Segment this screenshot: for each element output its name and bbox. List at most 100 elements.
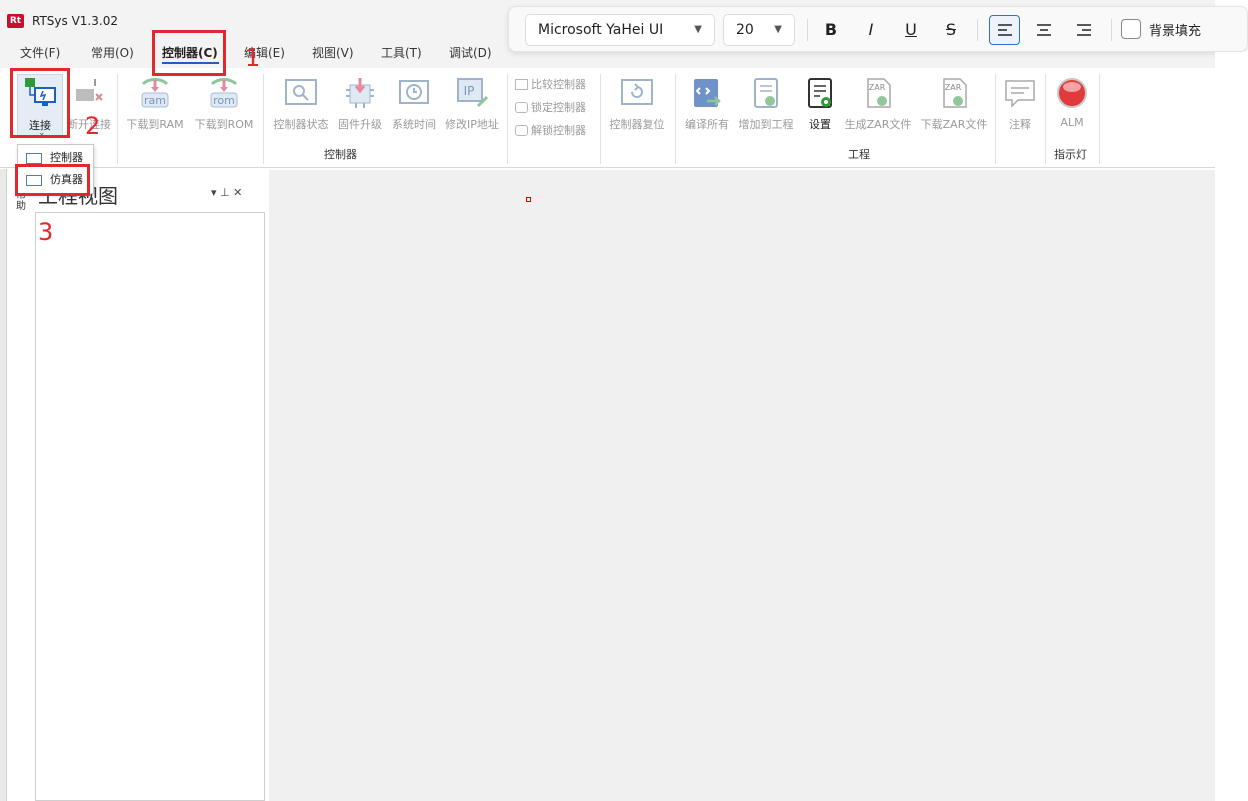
- system-time-label: 系统时间: [392, 118, 436, 131]
- strikethrough-button[interactable]: S: [938, 18, 964, 42]
- download-zar-label: 下载ZAR文件: [920, 118, 988, 131]
- download-zar-button[interactable]: ZAR 下载ZAR文件: [918, 74, 990, 136]
- app-title: RTSys V1.3.02: [32, 14, 118, 28]
- comment-button[interactable]: 注释: [1002, 74, 1038, 136]
- controller-status-button[interactable]: 控制器状态: [270, 74, 332, 136]
- background-fill-checkbox[interactable]: [1121, 19, 1141, 39]
- toolbar-separator: [1111, 19, 1112, 41]
- reset-icon: [621, 79, 653, 105]
- group-label-controller: 控制器: [324, 148, 357, 161]
- comment-label: 注释: [1009, 118, 1031, 131]
- controller-reset-button[interactable]: 控制器复位: [606, 74, 668, 136]
- align-center-icon: [1037, 24, 1051, 36]
- ram-icon: ram: [141, 78, 169, 108]
- controller-reset-label: 控制器复位: [609, 118, 665, 131]
- align-left-icon: [997, 24, 1012, 36]
- menu-common[interactable]: 常用(O): [91, 44, 134, 61]
- menu-view[interactable]: 视图(V): [312, 44, 354, 61]
- unlock-icon: [515, 125, 528, 136]
- panel-controls[interactable]: ▾ ⊥ ✕: [211, 186, 242, 199]
- ribbon-separator: [995, 74, 996, 164]
- zar-icon-text: ZAR: [869, 83, 886, 92]
- generate-zar-button[interactable]: ZAR 生成ZAR文件: [842, 74, 914, 136]
- alm-indicator: ALM: [1052, 74, 1092, 136]
- modify-ip-button[interactable]: IP 修改IP地址: [442, 74, 502, 136]
- align-right-icon: [1077, 24, 1091, 36]
- rom-icon: rom: [210, 78, 238, 108]
- ribbon-separator: [675, 74, 676, 164]
- editor-workspace[interactable]: [269, 170, 1215, 801]
- font-family-select[interactable]: Microsoft YaHei UI ▼: [525, 14, 715, 46]
- system-time-button[interactable]: 系统时间: [388, 74, 440, 136]
- settings-button[interactable]: 设置: [800, 74, 840, 136]
- download-zar-icon: ZAR: [943, 78, 967, 108]
- chevron-down-icon: ▼: [694, 24, 702, 35]
- controller-icon: [26, 153, 42, 164]
- menu-file[interactable]: 文件(F): [20, 44, 60, 61]
- align-right-button[interactable]: [1071, 18, 1097, 42]
- add-to-project-label: 增加到工程: [738, 118, 794, 131]
- ribbon: 连接 ⌄ 断开连接 ram 下载到RAM rom 下载到ROM 控制器状态 固件…: [0, 68, 1215, 168]
- cursor-marker: [526, 197, 531, 202]
- download-ram-label: 下载到RAM: [126, 118, 184, 131]
- menu-debug[interactable]: 调试(D): [449, 44, 492, 61]
- italic-button[interactable]: I: [858, 18, 884, 42]
- alm-indicator-icon: [1057, 78, 1087, 108]
- toolbar-separator: [807, 19, 808, 41]
- dropdown-item-label: 控制器: [50, 151, 83, 164]
- project-view-panel[interactable]: [35, 212, 265, 801]
- rom-icon-text: rom: [213, 94, 235, 107]
- annotation-box-connect: [10, 68, 70, 138]
- disconnect-icon: [76, 79, 103, 101]
- menu-tools[interactable]: 工具(T): [381, 44, 422, 61]
- comment-icon: [1005, 80, 1035, 108]
- settings-label: 设置: [809, 118, 831, 131]
- unlock-controller-button[interactable]: 解锁控制器: [515, 122, 586, 138]
- firmware-upgrade-button[interactable]: 固件升级: [334, 74, 386, 136]
- align-center-button[interactable]: [1031, 18, 1057, 42]
- align-left-button[interactable]: [989, 15, 1020, 45]
- chevron-down-icon: ▼: [774, 24, 782, 35]
- app-logo-icon: Rt: [7, 14, 24, 28]
- ip-icon: IP: [457, 78, 489, 108]
- clock-icon: [399, 80, 429, 104]
- download-rom-button[interactable]: rom 下载到ROM: [193, 74, 255, 136]
- lock-controller-button[interactable]: 锁定控制器: [515, 99, 586, 115]
- controller-status-label: 控制器状态: [273, 118, 329, 131]
- zar-icon-text: ZAR: [945, 83, 962, 92]
- ram-icon-text: ram: [144, 94, 166, 107]
- compile-icon: [694, 79, 721, 107]
- ribbon-separator: [507, 74, 508, 164]
- generate-zar-label: 生成ZAR文件: [844, 118, 912, 131]
- annotation-number-1: 1: [245, 44, 261, 72]
- annotation-number-2: 2: [85, 112, 101, 140]
- compile-all-button[interactable]: 编译所有: [682, 74, 732, 136]
- download-rom-label: 下载到ROM: [194, 118, 254, 131]
- font-toolbar: Microsoft YaHei UI ▼ 20 ▼ B I U S 背景填充: [508, 6, 1248, 52]
- group-label-indicator: 指示灯: [1054, 148, 1087, 161]
- font-size-select[interactable]: 20 ▼: [723, 14, 795, 46]
- left-dock-strip: [0, 169, 7, 801]
- font-size-value: 20: [736, 22, 754, 38]
- firmware-upgrade-label: 固件升级: [338, 118, 382, 131]
- group-label-project: 工程: [848, 148, 870, 161]
- font-family-value: Microsoft YaHei UI: [538, 22, 664, 38]
- add-to-project-button[interactable]: 增加到工程: [734, 74, 798, 136]
- ip-icon-text: IP: [464, 84, 475, 98]
- compare-controller-button[interactable]: 比较控制器: [515, 76, 586, 92]
- annotation-number-3: 3: [38, 218, 54, 246]
- download-ram-button[interactable]: ram 下载到RAM: [124, 74, 186, 136]
- ribbon-separator: [117, 74, 118, 164]
- toolbar-separator: [977, 19, 978, 41]
- underline-button[interactable]: U: [898, 18, 924, 42]
- modify-ip-label: 修改IP地址: [445, 118, 499, 131]
- alm-label: ALM: [1060, 116, 1084, 129]
- ribbon-separator: [600, 74, 601, 164]
- ribbon-separator: [1099, 74, 1100, 164]
- bold-button[interactable]: B: [818, 18, 844, 42]
- lock-controller-label: 锁定控制器: [531, 101, 586, 114]
- controller-status-icon: [285, 79, 317, 105]
- annotation-box-controller-menu: [152, 30, 226, 76]
- generate-zar-icon: ZAR: [867, 78, 891, 108]
- right-margin: [1215, 52, 1248, 801]
